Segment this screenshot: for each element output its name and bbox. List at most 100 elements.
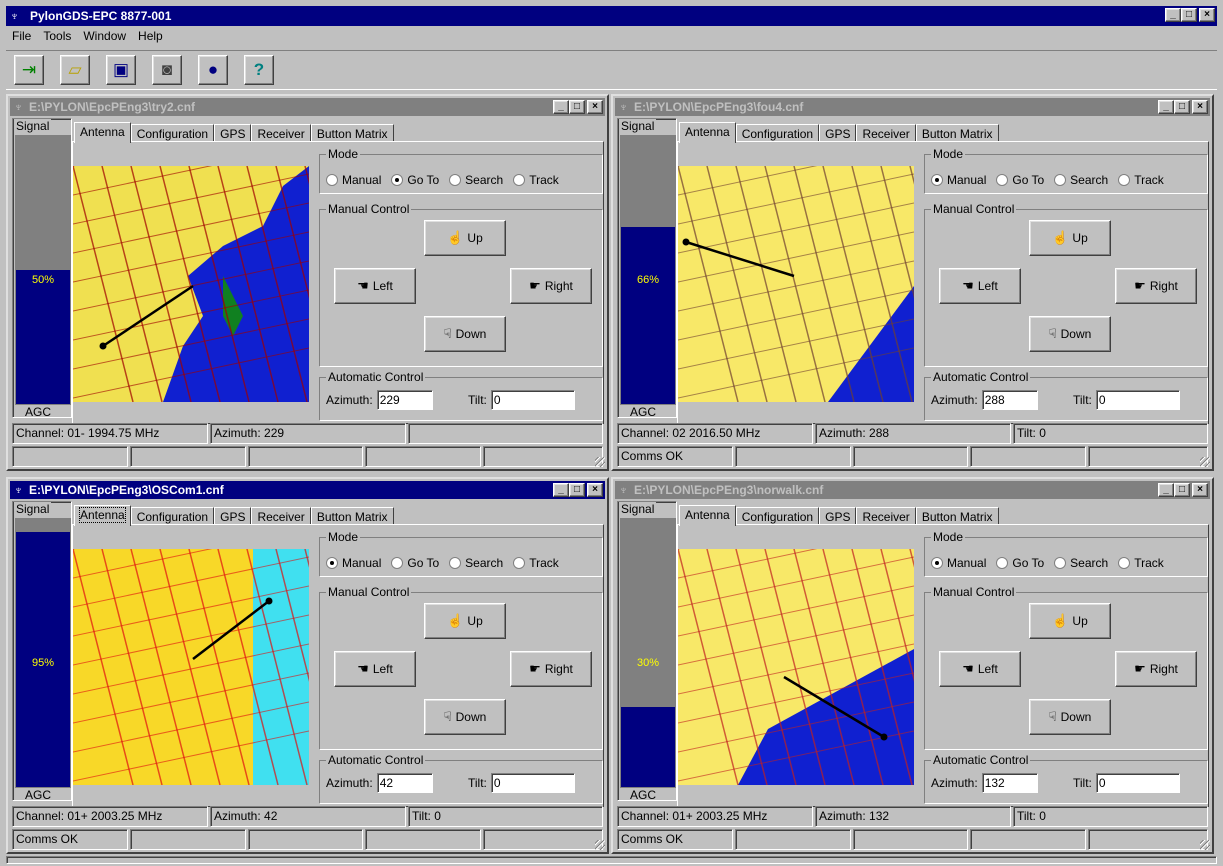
minimize-button[interactable]: _ [1158,483,1174,497]
mode-track-radio[interactable]: Track [513,556,559,570]
azimuth-input[interactable] [981,773,1038,793]
tilt-input[interactable] [1095,773,1180,793]
minimize-button[interactable]: _ [553,483,569,497]
menu-help[interactable]: Help [132,28,169,46]
minimize-button[interactable]: _ [1158,100,1174,114]
maximize-button[interactable]: □ [1174,483,1190,497]
tab-receiver[interactable]: Receiver [251,507,311,525]
mode-track-radio[interactable]: Track [513,173,559,187]
right-button[interactable]: ☛ Right [1115,651,1197,687]
tab-button-matrix[interactable]: Button Matrix [915,124,999,142]
up-button[interactable]: ☝ Up [424,603,506,639]
tab-configuration[interactable]: Configuration [130,507,215,525]
close-button[interactable]: × [587,100,603,114]
maximize-button[interactable]: □ [569,483,585,497]
window-title-bar[interactable]: ♆ E:\PYLON\EpcPEng3\norwalk.cnf _ □ × [615,481,1210,499]
close-button[interactable]: × [1192,100,1208,114]
close-button[interactable]: × [587,483,603,497]
up-button[interactable]: ☝ Up [1029,603,1111,639]
restore-button[interactable]: □ [1181,8,1197,22]
tab-receiver[interactable]: Receiver [251,124,311,142]
exit-button[interactable]: ⇥ [14,55,44,85]
tab-antenna[interactable]: Antenna [679,122,736,143]
left-button[interactable]: ☚ Left [939,651,1021,687]
menu-file[interactable]: File [6,28,37,46]
mode-search-radio[interactable]: Search [449,173,503,187]
camera-button[interactable]: ◙ [152,55,182,85]
tab-antenna[interactable]: Antenna [679,505,736,526]
menu-tools[interactable]: Tools [37,28,77,46]
window-title-bar[interactable]: ♆ E:\PYLON\EpcPEng3\OSCom1.cnf _ □ × [10,481,605,499]
maximize-button[interactable]: □ [569,100,585,114]
tab-antenna[interactable]: Antenna [74,122,131,143]
up-button[interactable]: ☝ Up [1029,220,1111,256]
down-button[interactable]: ☟ Down [424,699,506,735]
map-view[interactable] [72,115,366,403]
right-button[interactable]: ☛ Right [510,268,592,304]
map-view[interactable] [677,498,971,786]
tab-button-matrix[interactable]: Button Matrix [915,507,999,525]
up-button[interactable]: ☝ Up [424,220,506,256]
mode-track-radio[interactable]: Track [1118,556,1164,570]
resize-grip[interactable] [595,457,605,467]
mode-search-radio[interactable]: Search [449,556,503,570]
mode-goto-radio[interactable]: Go To [391,173,439,187]
mode-goto-radio[interactable]: Go To [996,173,1044,187]
antenna-icon: ♆ [14,483,23,497]
down-button[interactable]: ☟ Down [1029,316,1111,352]
map-view[interactable] [72,498,366,786]
resize-grip[interactable] [1200,840,1210,850]
tilt-input[interactable] [490,390,575,410]
right-button[interactable]: ☛ Right [510,651,592,687]
window-title-bar[interactable]: ♆ E:\PYLON\EpcPEng3\try2.cnf _ □ × [10,98,605,116]
window-title-bar[interactable]: ♆ E:\PYLON\EpcPEng3\fou4.cnf _ □ × [615,98,1210,116]
tab-gps[interactable]: GPS [819,124,857,142]
minimize-button[interactable]: _ [1165,8,1181,22]
mode-goto-radio[interactable]: Go To [996,556,1044,570]
tab-antenna[interactable]: Antenna [74,505,131,526]
globe-button[interactable]: ● [198,55,228,85]
left-button[interactable]: ☚ Left [334,268,416,304]
mode-track-radio[interactable]: Track [1118,173,1164,187]
mode-search-radio[interactable]: Search [1054,173,1108,187]
tab-button-matrix[interactable]: Button Matrix [310,507,394,525]
maximize-button[interactable]: □ [1174,100,1190,114]
mode-manual-radio[interactable]: Manual [931,173,986,187]
help-button[interactable]: ? [244,55,274,85]
map-view[interactable] [677,115,971,403]
tab-configuration[interactable]: Configuration [130,124,215,142]
close-button[interactable]: × [1192,483,1208,497]
tilt-input[interactable] [1095,390,1180,410]
mode-manual-radio[interactable]: Manual [326,173,381,187]
azimuth-input[interactable] [376,773,433,793]
tab-gps[interactable]: GPS [214,124,252,142]
mode-manual-radio[interactable]: Manual [326,556,381,570]
close-button[interactable]: × [1199,8,1215,22]
azimuth-input[interactable] [981,390,1038,410]
open-button[interactable]: ▱ [60,55,90,85]
mode-search-radio[interactable]: Search [1054,556,1108,570]
down-button[interactable]: ☟ Down [424,316,506,352]
azimuth-input[interactable] [376,390,433,410]
tab-configuration[interactable]: Configuration [735,507,820,525]
tab-gps[interactable]: GPS [214,507,252,525]
window-title: E:\PYLON\EpcPEng3\try2.cnf [29,100,196,114]
save-button[interactable]: ▣ [106,55,136,85]
tab-configuration[interactable]: Configuration [735,124,820,142]
mode-goto-radio[interactable]: Go To [391,556,439,570]
menu-window[interactable]: Window [77,28,132,46]
mode-manual-radio[interactable]: Manual [931,556,986,570]
left-button[interactable]: ☚ Left [939,268,1021,304]
minimize-button[interactable]: _ [553,100,569,114]
resize-grip[interactable] [1200,457,1210,467]
tab-receiver[interactable]: Receiver [856,124,916,142]
globe-icon: ● [207,60,219,79]
tab-button-matrix[interactable]: Button Matrix [310,124,394,142]
tab-receiver[interactable]: Receiver [856,507,916,525]
down-button[interactable]: ☟ Down [1029,699,1111,735]
resize-grip[interactable] [595,840,605,850]
left-button[interactable]: ☚ Left [334,651,416,687]
right-button[interactable]: ☛ Right [1115,268,1197,304]
tab-gps[interactable]: GPS [819,507,857,525]
tilt-input[interactable] [490,773,575,793]
